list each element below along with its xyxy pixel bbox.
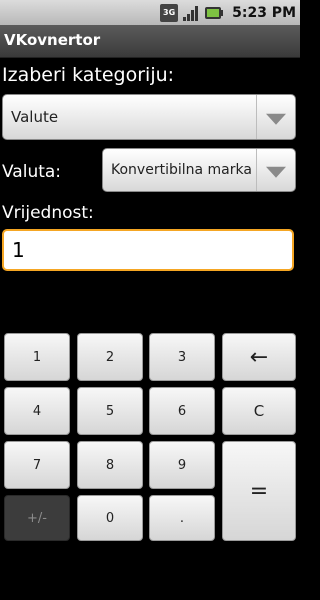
key-label: 0 xyxy=(105,510,115,526)
category-label: Izaberi kategoriju: xyxy=(2,64,175,86)
clear-button[interactable]: C xyxy=(222,387,296,435)
battery-icon xyxy=(205,6,224,19)
key-label: 6 xyxy=(177,403,187,419)
key-0[interactable]: 0 xyxy=(77,495,143,541)
key-label: 4 xyxy=(32,403,42,419)
key-4[interactable]: 4 xyxy=(4,387,70,435)
sign-toggle-button[interactable]: +/- xyxy=(4,495,70,541)
key-3[interactable]: 3 xyxy=(149,333,215,381)
value-input-text: 1 xyxy=(12,238,25,262)
currency-selected-value: Konvertibilna marka xyxy=(111,162,252,178)
key-5[interactable]: 5 xyxy=(77,387,143,435)
key-label: . xyxy=(179,510,185,526)
currency-dropdown[interactable]: Konvertibilna marka xyxy=(102,148,296,192)
key-6[interactable]: 6 xyxy=(149,387,215,435)
value-input[interactable]: 1 xyxy=(2,229,294,271)
key-label: C xyxy=(253,402,265,420)
key-label: +/- xyxy=(27,510,47,526)
key-2[interactable]: 2 xyxy=(77,333,143,381)
app-title: VKovnertor xyxy=(4,31,101,49)
key-label: 3 xyxy=(177,349,187,365)
category-dropdown[interactable]: Valute xyxy=(2,94,296,140)
chevron-down-icon xyxy=(256,95,295,139)
status-time: 5:23 PM xyxy=(232,4,296,21)
key-label: 1 xyxy=(32,349,42,365)
equals-button[interactable]: = xyxy=(222,441,296,541)
key-7[interactable]: 7 xyxy=(4,441,70,489)
signal-icon xyxy=(183,5,199,21)
key-label: 8 xyxy=(105,457,115,473)
value-label: Vrijednost: xyxy=(2,203,94,223)
backspace-icon: ← xyxy=(249,344,269,370)
network-3g-icon: 3G xyxy=(160,3,179,22)
key-8[interactable]: 8 xyxy=(77,441,143,489)
key-label: 2 xyxy=(105,349,115,365)
decimal-point-button[interactable]: . xyxy=(149,495,215,541)
key-label: 7 xyxy=(32,457,42,473)
backspace-button[interactable]: ← xyxy=(222,333,296,381)
chevron-down-icon xyxy=(256,149,295,191)
status-bar: 3G 5:23 PM xyxy=(0,0,300,25)
category-selected-value: Valute xyxy=(11,108,59,126)
network-label: 3G xyxy=(163,8,176,17)
app-title-bar: VKovnertor xyxy=(0,25,300,58)
key-label: 9 xyxy=(177,457,187,473)
key-label: 5 xyxy=(105,403,115,419)
key-9[interactable]: 9 xyxy=(149,441,215,489)
key-label: = xyxy=(249,478,269,504)
currency-label: Valuta: xyxy=(2,162,62,182)
key-1[interactable]: 1 xyxy=(4,333,70,381)
